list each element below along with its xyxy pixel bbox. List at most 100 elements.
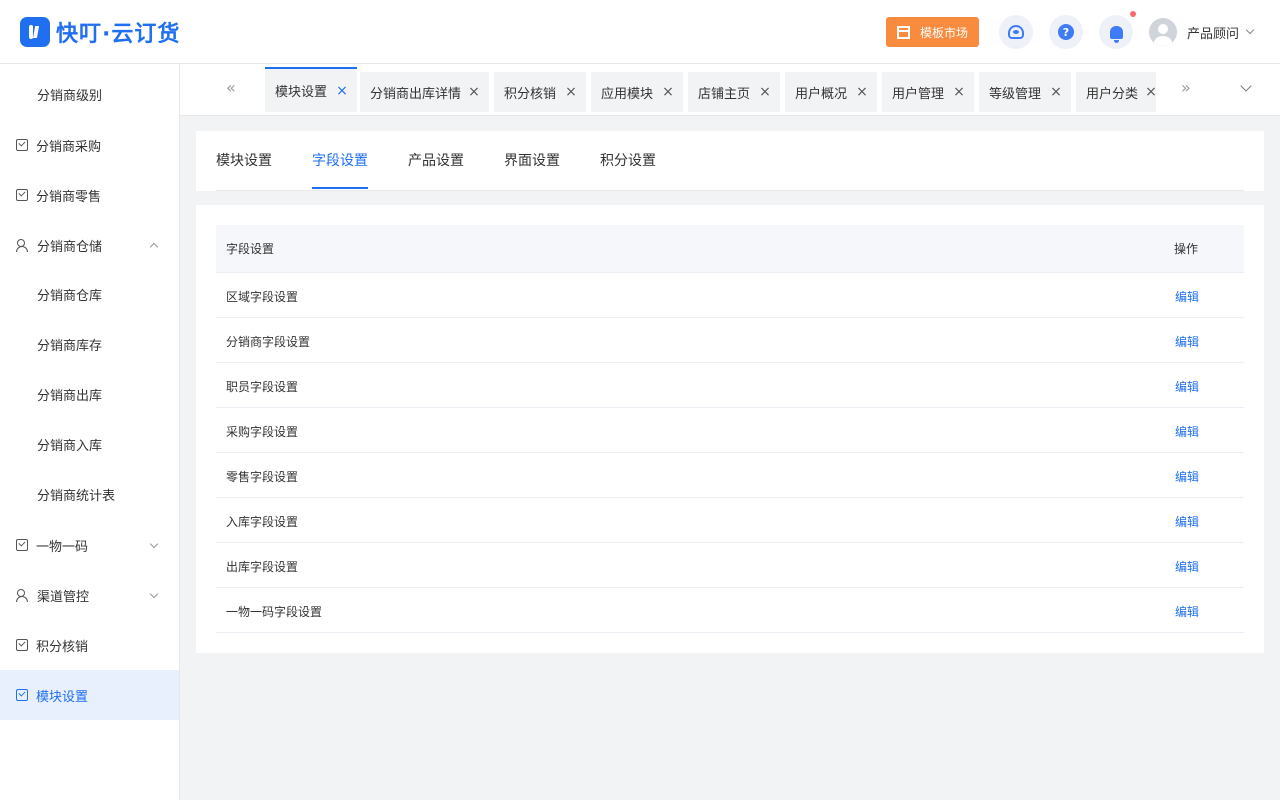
edit-link[interactable]: 编辑 bbox=[1175, 603, 1199, 620]
close-icon[interactable]: × bbox=[335, 84, 349, 98]
tabs-prev-icon[interactable]: « bbox=[226, 78, 236, 97]
brand-logo[interactable]: 快叮·云订货 bbox=[20, 16, 180, 48]
page-tabs-bar: « 模块设置 × 分销商出库详情 × 积分核销 × 应用模块 × 店铺主页 × … bbox=[180, 64, 1280, 116]
sidebar-item-distributor-inbound[interactable]: 分销商入库 bbox=[0, 419, 179, 469]
table-row: 采购字段设置 编辑 bbox=[216, 408, 1244, 453]
table-row: 零售字段设置 编辑 bbox=[216, 453, 1244, 498]
sidebar-item-label: 分销商统计表 bbox=[37, 488, 116, 504]
edit-link[interactable]: 编辑 bbox=[1175, 513, 1199, 530]
close-icon[interactable]: × bbox=[855, 85, 869, 99]
sidebar-item-label: 一物一码 bbox=[36, 539, 89, 555]
edit-link[interactable]: 编辑 bbox=[1175, 378, 1199, 395]
sidebar-item-label: 分销商零售 bbox=[36, 189, 102, 205]
edit-link[interactable]: 编辑 bbox=[1175, 468, 1199, 485]
tab-label: 分销商出库详情 bbox=[370, 86, 462, 102]
tab-level-management[interactable]: 等级管理 × bbox=[979, 72, 1071, 112]
active-subtab-indicator bbox=[312, 187, 368, 189]
sidebar-item-distributor-statistics[interactable]: 分销商统计表 bbox=[0, 469, 179, 519]
sidebar: 分销商级别 分销商采购 分销商零售 分销商仓储 分销商仓库 分销商库存 分销商出… bbox=[0, 64, 180, 800]
sidebar-item-distributor-warehouse[interactable]: 分销商仓库 bbox=[0, 269, 179, 319]
subtab-points-settings[interactable]: 积分设置 bbox=[600, 131, 656, 191]
customer-service-icon bbox=[1008, 25, 1024, 39]
sidebar-item-distributor-outbound[interactable]: 分销商出库 bbox=[0, 369, 179, 419]
sidebar-item-channel-control[interactable]: 渠道管控 bbox=[0, 570, 179, 620]
tab-label: 应用模块 bbox=[601, 86, 654, 102]
close-icon[interactable]: × bbox=[661, 85, 675, 99]
close-icon[interactable]: × bbox=[1144, 85, 1156, 99]
customer-service-button[interactable] bbox=[999, 15, 1033, 49]
field-settings-table: 字段设置 操作 区域字段设置 编辑 分销商字段设置 编辑 职员字段设置 编辑 采… bbox=[216, 225, 1244, 633]
sidebar-item-distributor-storage[interactable]: 分销商仓储 bbox=[0, 220, 179, 270]
tab-label: 模块设置 bbox=[275, 85, 328, 100]
template-icon bbox=[896, 25, 910, 39]
sidebar-item-one-item-one-code[interactable]: 一物一码 bbox=[0, 520, 179, 570]
edit-link[interactable]: 编辑 bbox=[1175, 423, 1199, 440]
table-row: 职员字段设置 编辑 bbox=[216, 363, 1244, 408]
tabs-next-icon[interactable]: » bbox=[1181, 78, 1191, 97]
close-icon[interactable]: × bbox=[467, 85, 481, 99]
edit-link[interactable]: 编辑 bbox=[1175, 288, 1199, 305]
tab-module-settings[interactable]: 模块设置 × bbox=[265, 67, 357, 112]
sidebar-item-module-settings[interactable]: 模块设置 bbox=[0, 670, 179, 720]
tab-distributor-outbound-detail[interactable]: 分销商出库详情 × bbox=[360, 72, 489, 112]
row-field-name: 分销商字段设置 bbox=[226, 335, 311, 349]
table-row: 出库字段设置 编辑 bbox=[216, 543, 1244, 588]
template-market-button[interactable]: 模板市场 bbox=[886, 17, 979, 47]
tab-user-management[interactable]: 用户管理 × bbox=[882, 72, 974, 112]
divider bbox=[216, 190, 1244, 191]
tab-label: 用户概况 bbox=[795, 86, 848, 102]
tab-store-home[interactable]: 店铺主页 × bbox=[688, 72, 780, 112]
chevron-down-icon bbox=[149, 539, 159, 549]
row-field-name: 出库字段设置 bbox=[226, 560, 299, 574]
tabs-dropdown-icon[interactable] bbox=[1240, 80, 1252, 92]
box-icon bbox=[16, 539, 28, 551]
sidebar-item-distributor-inventory[interactable]: 分销商库存 bbox=[0, 319, 179, 369]
avatar bbox=[1149, 18, 1177, 46]
subtab-module-settings[interactable]: 模块设置 bbox=[216, 131, 272, 191]
edit-link[interactable]: 编辑 bbox=[1175, 333, 1199, 350]
users-icon bbox=[16, 589, 29, 602]
sidebar-item-label: 分销商级别 bbox=[37, 88, 103, 104]
sidebar-item-points-redemption[interactable]: 积分核销 bbox=[0, 620, 179, 670]
template-market-label: 模板市场 bbox=[919, 25, 968, 40]
close-icon[interactable]: × bbox=[758, 85, 772, 99]
tab-user-overview[interactable]: 用户概况 × bbox=[785, 72, 877, 112]
sidebar-item-label: 分销商仓储 bbox=[37, 239, 103, 255]
close-icon[interactable]: × bbox=[952, 85, 966, 99]
column-header-action: 操作 bbox=[1174, 242, 1199, 256]
chevron-down-icon bbox=[149, 589, 159, 599]
row-field-name: 零售字段设置 bbox=[226, 470, 299, 484]
sidebar-item-label: 分销商采购 bbox=[36, 139, 102, 155]
user-name: 产品顾问 bbox=[1187, 26, 1240, 42]
help-button[interactable]: ? bbox=[1049, 15, 1083, 49]
table-row: 一物一码字段设置 编辑 bbox=[216, 588, 1244, 633]
tab-label: 用户分类 bbox=[1086, 86, 1139, 102]
notification-button[interactable] bbox=[1099, 15, 1133, 49]
tab-app-modules[interactable]: 应用模块 × bbox=[591, 72, 683, 112]
row-field-name: 职员字段设置 bbox=[226, 380, 299, 394]
sidebar-item-label: 积分核销 bbox=[36, 639, 89, 655]
tab-label: 用户管理 bbox=[892, 86, 945, 102]
box-icon bbox=[16, 189, 28, 201]
sidebar-item-distributor-level[interactable]: 分销商级别 bbox=[0, 69, 179, 119]
row-field-name: 采购字段设置 bbox=[226, 425, 299, 439]
sidebar-item-distributor-retail[interactable]: 分销商零售 bbox=[0, 170, 179, 220]
tab-user-category[interactable]: 用户分类 × bbox=[1076, 72, 1156, 112]
subtab-product-settings[interactable]: 产品设置 bbox=[408, 131, 464, 191]
subtab-field-settings[interactable]: 字段设置 bbox=[312, 131, 368, 191]
help-icon: ? bbox=[1058, 24, 1074, 40]
settings-tabs-card: 模块设置 字段设置 产品设置 界面设置 积分设置 bbox=[196, 131, 1264, 191]
table-row: 区域字段设置 编辑 bbox=[216, 273, 1244, 318]
user-menu[interactable]: 产品顾问 bbox=[1149, 18, 1255, 46]
close-icon[interactable]: × bbox=[564, 85, 578, 99]
sidebar-item-label: 分销商出库 bbox=[37, 388, 103, 404]
sidebar-item-distributor-purchase[interactable]: 分销商采购 bbox=[0, 120, 179, 170]
edit-link[interactable]: 编辑 bbox=[1175, 558, 1199, 575]
tab-label: 积分核销 bbox=[504, 86, 557, 102]
notification-dot bbox=[1130, 11, 1136, 17]
close-icon[interactable]: × bbox=[1049, 85, 1063, 99]
brand-name: 快叮·云订货 bbox=[56, 22, 181, 47]
chevron-down-icon bbox=[1245, 25, 1255, 35]
tab-points-redemption[interactable]: 积分核销 × bbox=[494, 72, 586, 112]
subtab-interface-settings[interactable]: 界面设置 bbox=[504, 131, 560, 191]
